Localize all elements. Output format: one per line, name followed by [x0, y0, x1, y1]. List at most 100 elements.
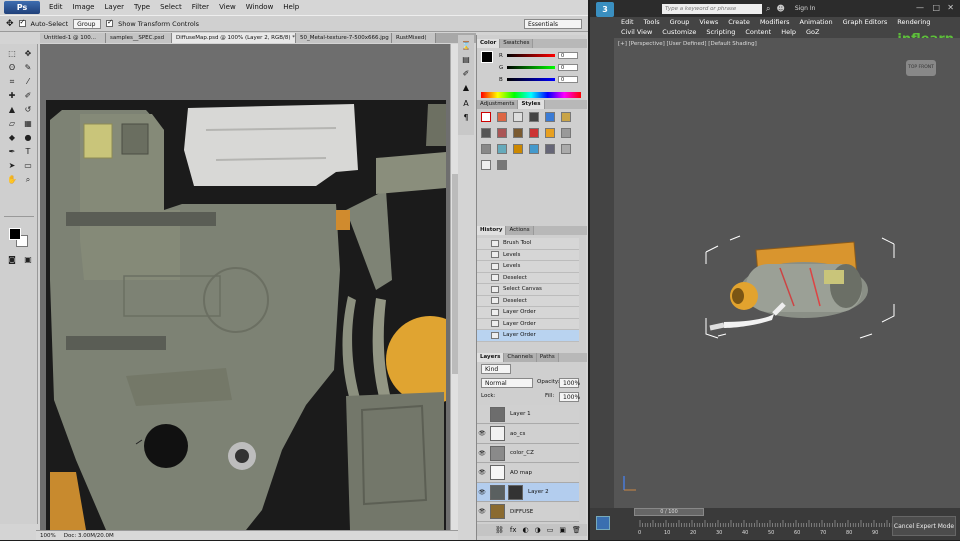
layer-row[interactable]: Layer 1 [477, 405, 579, 424]
style-swatch[interactable] [481, 144, 491, 154]
menu-select[interactable]: Select [155, 0, 187, 15]
user-icon[interactable]: ☻ [776, 4, 784, 13]
style-swatch[interactable] [513, 128, 523, 138]
adjustment-icon[interactable]: ◑ [535, 524, 541, 536]
auto-select-checkbox[interactable] [18, 18, 26, 27]
character-panel-icon[interactable]: A [461, 99, 471, 109]
max-menu-tools[interactable]: Tools [641, 17, 667, 27]
max-menu-rendering[interactable]: Rendering [894, 17, 937, 27]
crop-tool-icon[interactable]: ⌗ [6, 76, 18, 88]
style-swatch[interactable] [497, 128, 507, 138]
tab-styles[interactable]: Styles [518, 100, 545, 109]
style-swatch[interactable] [561, 112, 571, 122]
menu-filter[interactable]: Filter [187, 0, 214, 15]
eyedropper-tool-icon[interactable]: ⁄ [22, 76, 34, 88]
max-app-logo[interactable]: 3 [596, 1, 614, 17]
layer-row[interactable]: 👁 AO map [477, 463, 579, 483]
history-item[interactable]: Deselect [477, 272, 579, 284]
zoom-tool-icon[interactable]: ⌕ [22, 174, 34, 186]
auto-select-dropdown[interactable]: Group [73, 18, 102, 29]
maximize-icon[interactable]: □ [932, 3, 940, 12]
layer-row[interactable]: 👁 color_CZ [477, 444, 579, 463]
ps-logo[interactable]: Ps [4, 1, 40, 14]
trash-icon[interactable]: 🗑 [572, 524, 581, 536]
history-item[interactable]: Select Canvas [477, 284, 579, 296]
canvas-area[interactable] [40, 44, 450, 530]
max-search-input[interactable]: Type a keyword or phrase [662, 3, 762, 14]
eye-icon[interactable]: 👁 [477, 469, 487, 476]
blend-mode-dropdown[interactable]: Normal [481, 378, 533, 388]
menu-type[interactable]: Type [129, 0, 155, 15]
fill-field[interactable]: 100% [559, 392, 580, 402]
history-panel-icon[interactable]: ⌛ [461, 41, 471, 51]
move-tool-icon[interactable]: ✥ [6, 19, 14, 29]
style-swatch[interactable] [529, 112, 539, 122]
quick-select-tool-icon[interactable]: ✎ [22, 62, 34, 74]
diffuse-map-canvas[interactable] [46, 100, 446, 530]
link-icon[interactable]: ⛓ [495, 524, 504, 536]
style-swatch[interactable] [545, 112, 555, 122]
stamp-tool-icon[interactable]: ▲ [6, 104, 18, 116]
doc-tab[interactable]: RustMixed( [392, 33, 436, 43]
layer-mask-thumbnail[interactable] [508, 484, 523, 500]
style-swatch[interactable] [497, 160, 507, 170]
doc-tab-active[interactable]: DiffuseMap.psd @ 100% (Layer 2, RGB/8) * [172, 33, 296, 43]
style-swatch[interactable] [481, 128, 491, 138]
type-tool-icon[interactable]: T [22, 146, 34, 158]
menu-edit[interactable]: Edit [44, 0, 68, 15]
history-item[interactable]: Brush Tool [477, 238, 579, 250]
maxscript-listener-icon[interactable] [596, 516, 610, 530]
properties-panel-icon[interactable]: ▤ [461, 55, 471, 65]
style-none[interactable] [481, 112, 491, 122]
max-menu-customize[interactable]: Customize [659, 27, 703, 37]
history-item-selected[interactable]: Layer Order [477, 330, 579, 342]
style-swatch[interactable] [561, 128, 571, 138]
max-menu-animation[interactable]: Animation [797, 17, 840, 27]
timeline-ruler[interactable]: 0 10 20 30 40 50 60 70 80 90 100 [638, 518, 928, 540]
lasso-tool-icon[interactable]: ʘ [6, 62, 18, 74]
layer-row[interactable]: 👁 ao_cs [477, 424, 579, 444]
layer-row-selected[interactable]: 👁 Layer 2 [477, 483, 579, 502]
foreground-color-swatch[interactable] [9, 228, 21, 240]
tab-history[interactable]: History [477, 226, 507, 235]
layer-kind-filter[interactable]: Kind [481, 364, 511, 374]
gradient-tool-icon[interactable]: ▦ [22, 118, 34, 130]
green-slider[interactable] [507, 66, 555, 69]
dodge-tool-icon[interactable]: ● [22, 132, 34, 144]
shape-tool-icon[interactable]: ▭ [22, 160, 34, 172]
screen-mode-icon[interactable]: ▣ [22, 254, 34, 266]
tab-color[interactable]: Color [477, 39, 501, 48]
max-menu-graph-editors[interactable]: Graph Editors [840, 17, 895, 27]
history-item[interactable]: Levels [477, 261, 579, 273]
perspective-viewport[interactable]: [+] [Perspective] [User Defined] [Defaul… [614, 38, 960, 508]
tab-channels[interactable]: Channels [504, 353, 537, 362]
history-item[interactable]: Layer Order [477, 318, 579, 330]
menu-view[interactable]: View [214, 0, 241, 15]
eraser-tool-icon[interactable]: ▱ [6, 118, 18, 130]
path-select-icon[interactable]: ➤ [6, 160, 18, 172]
style-swatch[interactable] [513, 112, 523, 122]
canvas-vertical-scrollbar[interactable] [450, 44, 458, 530]
clone-panel-icon[interactable]: ▲ [461, 83, 471, 93]
red-slider[interactable] [507, 54, 555, 57]
eye-icon[interactable]: 👁 [477, 489, 487, 496]
menu-help[interactable]: Help [278, 0, 304, 15]
style-swatch[interactable] [529, 128, 539, 138]
history-item[interactable]: Deselect [477, 295, 579, 307]
green-value[interactable]: 0 [558, 64, 578, 71]
search-icon[interactable]: ⌕ [766, 4, 770, 14]
layer-row[interactable]: 👁 DIFFUSE [477, 502, 579, 522]
close-icon[interactable]: ✕ [947, 3, 954, 12]
max-menu-modifiers[interactable]: Modifiers [757, 17, 797, 27]
max-menu-help[interactable]: Help [778, 27, 803, 37]
tab-paths[interactable]: Paths [536, 353, 559, 362]
blue-slider[interactable] [507, 78, 555, 81]
eye-icon[interactable]: 👁 [477, 508, 487, 515]
workspace-dropdown[interactable]: Essentials [524, 19, 582, 29]
quick-mask-icon[interactable]: ◙ [6, 254, 18, 266]
menu-layer[interactable]: Layer [100, 0, 130, 15]
cancel-expert-mode-button[interactable]: Cancel Expert Mode [892, 516, 956, 536]
move-tool-icon[interactable]: ✥ [22, 48, 34, 60]
doc-tab[interactable]: samples__SPEC.psd [106, 33, 172, 43]
menu-window[interactable]: Window [241, 0, 279, 15]
